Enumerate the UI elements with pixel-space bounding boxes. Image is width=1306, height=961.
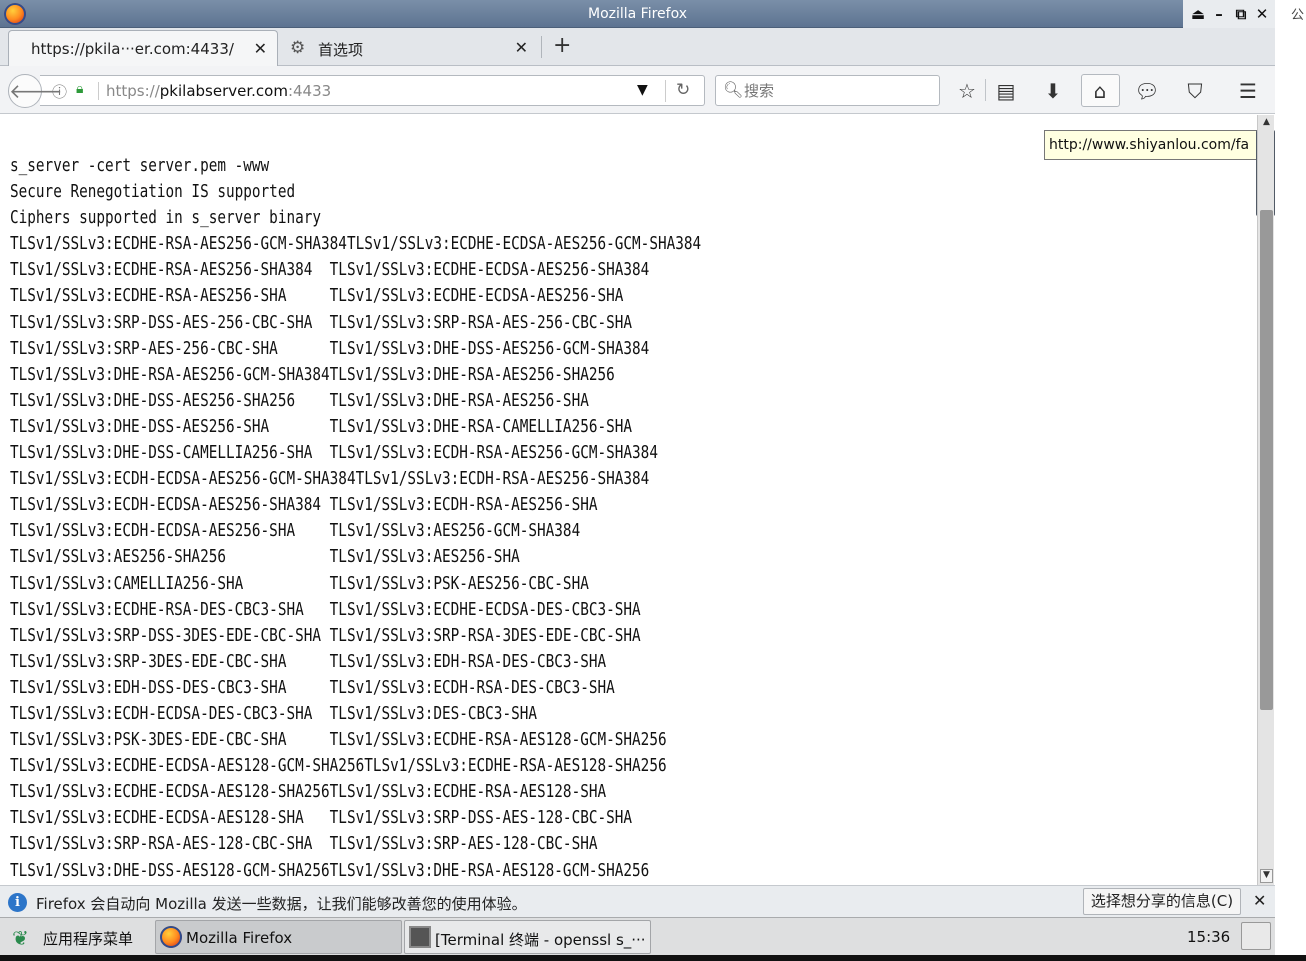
text-line: TLSv1/SSLv3:CAMELLIA256-SHA TLSv1/SSLv3:… [10, 573, 589, 594]
url-scheme: https:// [106, 82, 160, 100]
text-line: TLSv1/SSLv3:DHE-DSS-CAMELLIA256-SHA TLSv… [10, 443, 658, 464]
search-input[interactable] [744, 80, 934, 101]
back-button[interactable]: 🡐 [8, 74, 63, 108]
text-line: TLSv1/SSLv3:SRP-DSS-AES-256-CBC-SHA TLSv… [10, 312, 633, 333]
task-label: [Terminal 终端 - openssl s_··· [435, 931, 646, 949]
tab-pkilabserver[interactable]: https://pkila···er.com:4433/ ✕ [8, 30, 278, 66]
scroll-up-icon[interactable]: ▲ [1260, 117, 1273, 129]
text-line: s_server -cert server.pem -www [10, 156, 270, 176]
scroll-down-icon[interactable]: ▼ [1260, 869, 1273, 883]
notification-message: Firefox 会自动向 Mozilla 发送一些数据，让我们能够改善您的使用体… [36, 895, 527, 913]
url-text[interactable]: https://pkilabserver.com:4433 [106, 82, 331, 100]
gear-icon: ⚙ [290, 38, 306, 58]
search-bar[interactable]: 🔍︎ [715, 75, 940, 106]
url-port: :4433 [287, 82, 332, 100]
minimize-window-icon[interactable]: – [1209, 4, 1229, 24]
text-line: TLSv1/SSLv3:DHE-DSS-AES256-SHA TLSv1/SSL… [10, 416, 633, 437]
url-divider [98, 82, 99, 100]
text-line: TLSv1/SSLv3:ECDH-ECDSA-AES256-SHA TLSv1/… [10, 521, 581, 542]
text-line: Ciphers supported in s_server binary [10, 208, 322, 229]
arrow-left-icon: 🡐 [9, 79, 63, 103]
task-terminal[interactable]: [Terminal 终端 - openssl s_··· [404, 920, 651, 954]
lock-icon[interactable]: 🔒︎ [76, 81, 83, 97]
home-icon[interactable]: ⌂ [1086, 77, 1114, 105]
text-line: TLSv1/SSLv3:SRP-AES-256-CBC-SHA TLSv1/SS… [10, 338, 650, 359]
text-line: TLSv1/SSLv3:ECDH-ECDSA-AES256-SHA384 TLS… [10, 495, 598, 516]
text-line: TLSv1/SSLv3:ECDHE-ECDSA-AES128-GCM-SHA25… [10, 756, 667, 777]
download-icon[interactable]: ⬇ [1039, 77, 1067, 105]
tab-label: https://pkila···er.com:4433/ [31, 40, 234, 58]
vertical-scrollbar[interactable]: ▲ ▼ [1257, 115, 1274, 885]
text-line: TLSv1/SSLv3:ECDH-ECDSA-AES256-GCM-SHA384… [10, 469, 650, 490]
url-divider [665, 80, 666, 102]
tab-label: 首选项 [318, 41, 364, 59]
toolbar-divider [985, 79, 986, 101]
window-title: Mozilla Firefox [587, 6, 688, 22]
applications-menu-button[interactable]: 应用程序菜单 [43, 928, 133, 949]
cipher-list-text: s_server -cert server.pem -www Secure Ren… [10, 153, 853, 884]
new-tab-button[interactable]: + [553, 33, 571, 58]
scrollbar-thumb[interactable] [1260, 209, 1273, 710]
tray-printer-icon[interactable] [1241, 922, 1271, 950]
url-host: pkilabserver.com [159, 82, 288, 100]
text-line: TLSv1/SSLv3:ECDHE-ECDSA-AES128-SHA256TLS… [10, 782, 607, 803]
reload-icon[interactable]: ↻ [676, 80, 690, 100]
close-tab-icon[interactable]: ✕ [254, 39, 267, 58]
close-tab-icon[interactable]: ✕ [515, 38, 528, 57]
bookmarks-list-icon[interactable]: ▤ [992, 77, 1020, 105]
text-line: TLSv1/SSLv3:EDH-DSS-DES-CBC3-SHA TLSv1/S… [10, 677, 615, 698]
search-icon: 🔍︎ [723, 80, 744, 99]
task-label: Mozilla Firefox [186, 929, 293, 947]
screen-bottom-border [0, 955, 1306, 961]
screen: Mozilla Firefox ⏏ – ⧉ ✕ https://pkila···… [0, 0, 1306, 961]
firefox-logo-icon [160, 926, 182, 948]
text-line: TLSv1/SSLv3:DHE-DSS-AES128-GCM-SHA256TLS… [10, 860, 650, 881]
text-line: TLSv1/SSLv3:SRP-3DES-EDE-CBC-SHA TLSv1/S… [10, 651, 607, 672]
tab-preferences[interactable]: ⚙ 首选项 ✕ [286, 30, 538, 66]
window-titlebar[interactable]: Mozilla Firefox ⏏ – ⧉ ✕ [0, 0, 1275, 28]
url-bar[interactable]: ⓘ 🔒︎ https://pkilabserver.com:4433 ▼ ↻ [40, 75, 705, 106]
text-line: TLSv1/SSLv3:PSK-3DES-EDE-CBC-SHA TLSv1/S… [10, 730, 667, 751]
tab-strip: https://pkila···er.com:4433/ ✕ ⚙ 首选项 ✕ [0, 28, 1275, 66]
shade-window-icon[interactable]: ⏏ [1188, 4, 1208, 24]
text-line: TLSv1/SSLv3:AES256-SHA256 TLSv1/SSLv3:AE… [10, 547, 520, 568]
text-line: TLSv1/SSLv3:SRP-RSA-AES-128-CBC-SHA TLSv… [10, 834, 598, 855]
text-line: Secure Renegotiation IS supported [10, 182, 296, 203]
clock[interactable]: 15:36 [1187, 928, 1230, 946]
text-line: TLSv1/SSLv3:ECDHE-RSA-AES256-SHA384 TLSv… [10, 260, 650, 281]
close-window-icon[interactable]: ✕ [1252, 4, 1272, 24]
close-notification-icon[interactable]: ✕ [1253, 891, 1266, 910]
tab-separator [541, 36, 542, 58]
page-content[interactable]: s_server -cert server.pem -www Secure Ren… [0, 115, 1257, 885]
choose-share-button[interactable]: 选择想分享的信息(C) [1083, 888, 1241, 915]
info-circle-icon: i [8, 893, 27, 912]
text-line: TLSv1/SSLv3:DHE-RSA-AES256-GCM-SHA384TLS… [10, 364, 615, 385]
text-line: TLSv1/SSLv3:ECDHE-ECDSA-AES128-SHA TLSv1… [10, 808, 633, 829]
task-firefox[interactable]: Mozilla Firefox [155, 920, 402, 954]
notification-bar: i Firefox 会自动向 Mozilla 发送一些数据，让我们能够改善您的使… [0, 885, 1275, 917]
chat-icon[interactable]: 💬︎ [1133, 77, 1161, 105]
text-line: TLSv1/SSLv3:DHE-DSS-AES256-SHA256 TLSv1/… [10, 390, 589, 411]
hamburger-menu-icon[interactable]: ☰ [1234, 77, 1262, 105]
maximize-window-icon[interactable]: ⧉ [1231, 4, 1251, 24]
history-dropdown-icon[interactable]: ▼ [637, 82, 648, 98]
applications-menu-icon[interactable]: ❦ [12, 926, 30, 950]
navigation-toolbar: ⓘ 🔒︎ https://pkilabserver.com:4433 ▼ ↻ 🡐… [0, 66, 1275, 114]
text-line: TLSv1/SSLv3:ECDHE-RSA-AES256-SHA TLSv1/S… [10, 286, 624, 307]
bookmark-star-icon[interactable]: ☆ [953, 77, 981, 105]
text-line: TLSv1/SSLv3:ECDH-ECDSA-DES-CBC3-SHA TLSv… [10, 703, 538, 724]
pocket-icon[interactable]: ⛉ [1181, 77, 1209, 105]
text-line: TLSv1/SSLv3:ECDHE-RSA-DES-CBC3-SHA TLSv1… [10, 599, 641, 620]
terminal-icon [409, 926, 431, 948]
text-line: TLSv1/SSLv3:SRP-DSS-3DES-EDE-CBC-SHA TLS… [10, 625, 641, 646]
link-tooltip: http://www.shiyanlou.com/fa [1044, 130, 1260, 160]
text-line: TLSv1/SSLv3:ECDHE-RSA-AES256-GCM-SHA384T… [10, 234, 702, 255]
taskbar: ❦ 应用程序菜单 Mozilla Firefox [Terminal 终端 - … [0, 917, 1275, 955]
corner-glyph: 公 [1291, 8, 1305, 23]
